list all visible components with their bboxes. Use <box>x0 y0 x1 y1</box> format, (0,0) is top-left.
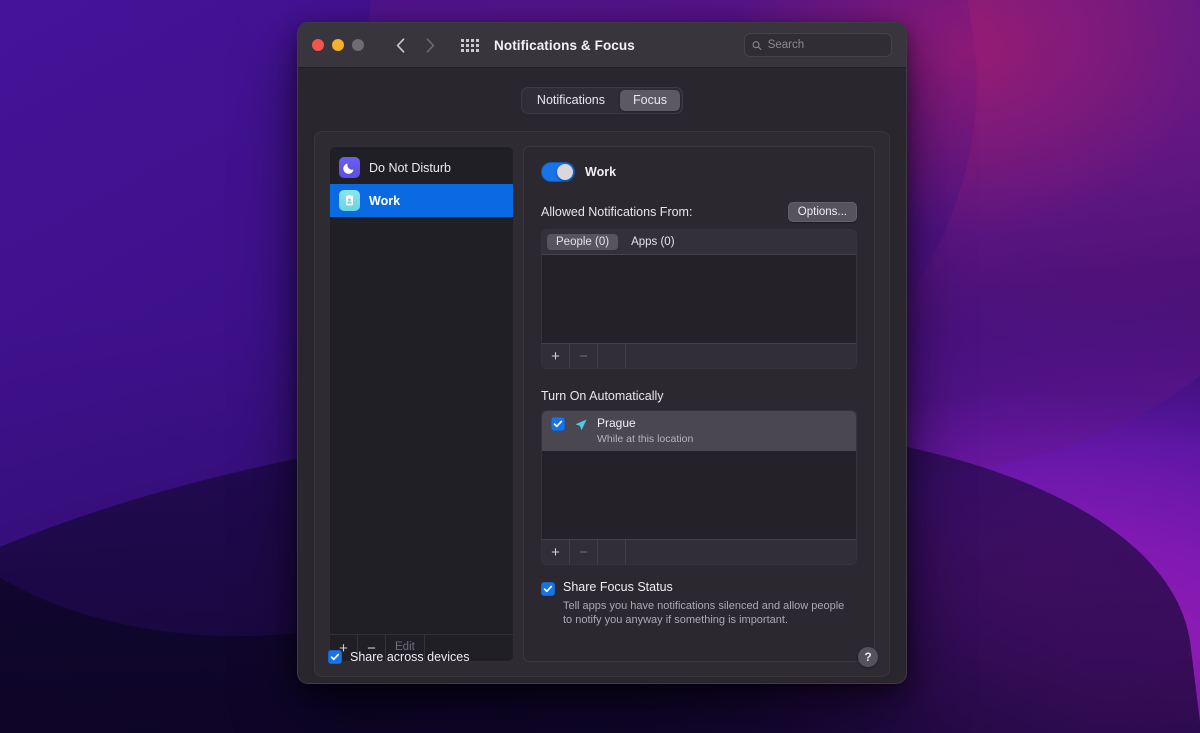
sidebar-item-label: Do Not Disturb <box>369 160 451 175</box>
sidebar-item-label: Work <box>369 193 401 208</box>
show-all-grid-icon[interactable] <box>461 38 479 52</box>
share-focus-status-label: Share Focus Status <box>563 580 673 594</box>
tab-notifications[interactable]: Notifications <box>524 90 618 111</box>
turn-on-automatically-list[interactable]: Prague While at this location <box>542 411 856 539</box>
window-titlebar: Notifications & Focus <box>298 23 906 68</box>
turn-on-automatically-title: Turn On Automatically <box>541 389 664 403</box>
minimize-button[interactable] <box>332 39 344 51</box>
system-preferences-window: Notifications & Focus Notifications Focu… <box>297 22 907 684</box>
share-across-devices-label: Share across devices <box>350 650 470 664</box>
preferences-panel: Do Not Disturb Work + − Edit Work Allowe… <box>314 131 890 677</box>
tab-apps[interactable]: Apps (0) <box>622 234 683 250</box>
turn-on-listbox-footer: + − <box>542 539 856 564</box>
share-focus-status-row: Share Focus Status Tell apps you have no… <box>541 580 857 628</box>
search-input[interactable] <box>767 39 884 51</box>
zoom-button[interactable] <box>352 39 364 51</box>
allowed-notifications-header: Allowed Notifications From: Options... <box>541 202 857 222</box>
tab-focus[interactable]: Focus <box>620 90 681 111</box>
share-across-devices-row[interactable]: Share across devices <box>328 650 470 664</box>
moon-icon <box>339 157 360 178</box>
share-focus-status-checkbox[interactable] <box>541 582 555 596</box>
search-field[interactable] <box>744 33 892 57</box>
schedule-checkbox[interactable] <box>551 417 565 431</box>
list-item[interactable]: Prague While at this location <box>542 411 856 451</box>
toggle-knob <box>557 164 573 180</box>
tab-people[interactable]: People (0) <box>547 234 619 250</box>
allowed-footer-spacer <box>598 344 626 368</box>
focus-list: Do Not Disturb Work <box>330 147 513 634</box>
tab-group: Notifications Focus <box>520 87 684 114</box>
allowed-listbox-footer: + − <box>542 343 856 368</box>
location-arrow-icon <box>574 418 588 437</box>
turn-on-automatically-header: Turn On Automatically <box>541 389 857 403</box>
sidebar-item-work[interactable]: Work <box>330 184 513 217</box>
close-button[interactable] <box>312 39 324 51</box>
chevron-right-icon[interactable] <box>420 35 440 55</box>
list-item-primary: Prague <box>597 416 636 430</box>
traffic-light-buttons <box>312 39 364 51</box>
focus-detail-pane: Work Allowed Notifications From: Options… <box>523 146 875 662</box>
remove-allowed-button[interactable]: − <box>570 344 598 368</box>
chevron-left-icon[interactable] <box>390 35 410 55</box>
turn-on-automatically-listbox: Prague While at this location + − <box>541 410 857 565</box>
add-allowed-button[interactable]: + <box>542 344 570 368</box>
window-bottom-bar: Share across devices ? <box>298 631 906 683</box>
turn-on-footer-spacer <box>598 540 626 564</box>
list-item-text: Prague While at this location <box>597 416 694 445</box>
focus-toggle-switch[interactable] <box>541 162 575 182</box>
options-button[interactable]: Options... <box>787 202 857 222</box>
share-focus-status-text: Share Focus Status Tell apps you have no… <box>563 580 853 628</box>
allowed-notifications-list[interactable] <box>542 255 856 343</box>
id-badge-icon <box>339 190 360 211</box>
window-title: Notifications & Focus <box>494 37 635 53</box>
focus-name-label: Work <box>585 165 617 179</box>
remove-trigger-button[interactable]: − <box>570 540 598 564</box>
focus-sidebar: Do Not Disturb Work + − Edit <box>329 146 514 662</box>
allowed-notifications-title: Allowed Notifications From: <box>541 205 693 219</box>
share-focus-status-description: Tell apps you have notifications silence… <box>563 599 845 627</box>
share-across-devices-checkbox[interactable] <box>328 650 342 664</box>
list-item-secondary: While at this location <box>597 432 694 445</box>
navigation-buttons <box>390 35 440 55</box>
search-icon <box>752 40 762 50</box>
allowed-source-tabs: People (0) Apps (0) <box>542 230 856 255</box>
sidebar-item-do-not-disturb[interactable]: Do Not Disturb <box>330 151 513 184</box>
add-trigger-button[interactable]: + <box>542 540 570 564</box>
help-button[interactable]: ? <box>858 647 878 667</box>
focus-enable-row: Work <box>541 162 857 182</box>
tab-strip: Notifications Focus <box>298 87 906 114</box>
allowed-notifications-listbox: People (0) Apps (0) + − <box>541 229 857 369</box>
